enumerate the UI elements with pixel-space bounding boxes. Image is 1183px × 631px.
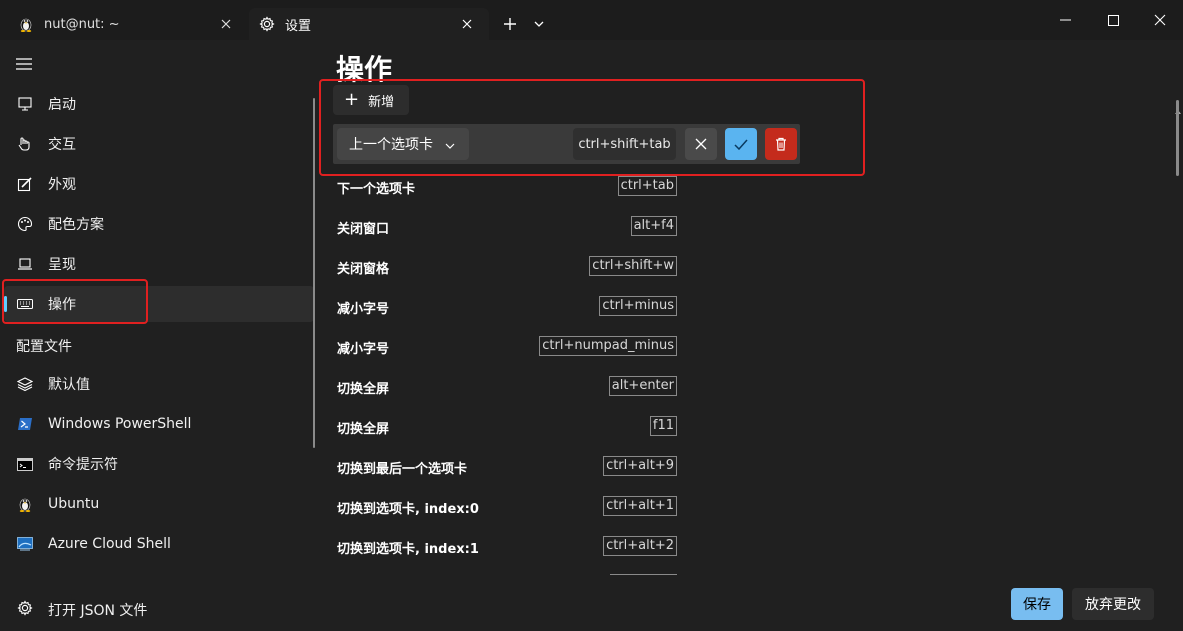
sidebar-item-powershell[interactable]: Windows PowerShell bbox=[4, 406, 314, 442]
sidebar-item-label: 交互 bbox=[48, 137, 76, 153]
palette-icon bbox=[16, 215, 34, 233]
action-name: 下一个选项卡 bbox=[337, 182, 416, 197]
new-tab-button[interactable] bbox=[498, 12, 522, 36]
maximize-button[interactable] bbox=[1090, 4, 1136, 36]
sidebar-item-azure-cloud-shell[interactable]: Azure Cloud Shell bbox=[4, 526, 314, 562]
keybinding-row[interactable]: 切换到选项卡, index:1 ctrl+alt+2 bbox=[337, 536, 677, 557]
keybinding-row[interactable]: 切换全屏 f11 bbox=[337, 416, 677, 437]
actions-page: 操作 + 新增 上一个选项卡 ctrl+shift+tab 下一个选项卡 ctr… bbox=[316, 40, 1183, 631]
title-bar: nut@nut: ~ 设置 bbox=[0, 0, 1183, 40]
sidebar-item-interaction[interactable]: 交互 bbox=[4, 126, 314, 162]
keybinding-row[interactable]: 关闭窗格 ctrl+shift+w bbox=[337, 256, 677, 277]
keys-chip: ctrl+shift+w bbox=[589, 256, 677, 276]
sidebar-item-label: 呈现 bbox=[48, 257, 76, 273]
minimize-icon bbox=[1059, 19, 1071, 21]
linux-penguin-icon bbox=[18, 16, 34, 32]
keybinding-row[interactable]: 切换全屏 alt+enter bbox=[337, 376, 677, 397]
keys-chip: f11 bbox=[649, 416, 677, 436]
keys-chip: ctrl+minus bbox=[599, 296, 677, 316]
tab-label: 设置 bbox=[285, 18, 312, 34]
terminal-window: nut@nut: ~ 设置 启动 交互 外观 配色方案 呈现 操作 配置文件 默… bbox=[0, 0, 1183, 631]
action-name: 切换到选项卡, index:1 bbox=[337, 542, 479, 557]
sidebar-item-label: Windows PowerShell bbox=[48, 416, 192, 432]
keybinding-row[interactable]: 减小字号 ctrl+minus bbox=[337, 296, 677, 317]
action-name: 切换到最后一个选项卡 bbox=[337, 462, 468, 477]
tab-settings[interactable]: 设置 bbox=[249, 8, 489, 40]
keybinding-row[interactable]: 减小字号 ctrl+numpad_minus bbox=[337, 336, 677, 357]
highlight-annotation bbox=[2, 279, 148, 324]
gear-icon bbox=[16, 599, 34, 617]
linux-penguin-icon bbox=[16, 495, 34, 513]
close-window-button[interactable] bbox=[1137, 4, 1183, 36]
action-name: 切换全屏 bbox=[337, 422, 390, 437]
action-name: 关闭窗口 bbox=[337, 222, 390, 237]
cmd-icon bbox=[16, 455, 34, 473]
plus-icon bbox=[504, 18, 516, 30]
keys-chip: ctrl+numpad_minus bbox=[539, 336, 677, 356]
startup-icon bbox=[16, 95, 34, 113]
sidebar-item-label: 启动 bbox=[48, 97, 76, 113]
tab-label: nut@nut: ~ bbox=[44, 16, 120, 32]
sidebar-item-defaults[interactable]: 默认值 bbox=[4, 366, 314, 402]
interaction-icon bbox=[16, 135, 34, 153]
partial-keybinding-row bbox=[610, 574, 677, 576]
keys-chip: ctrl+alt+9 bbox=[603, 456, 677, 476]
minimize-button[interactable] bbox=[1042, 4, 1088, 36]
sidebar-item-label: 配色方案 bbox=[48, 217, 104, 233]
tab-ubuntu[interactable]: nut@nut: ~ bbox=[8, 8, 248, 40]
sidebar-item-rendering[interactable]: 呈现 bbox=[4, 246, 314, 282]
hamburger-menu-icon[interactable] bbox=[14, 56, 34, 72]
main-scrollbar[interactable] bbox=[1176, 100, 1179, 176]
sidebar-item-label: 默认值 bbox=[48, 377, 90, 393]
azure-icon bbox=[16, 535, 34, 553]
keys-chip: ctrl+alt+1 bbox=[603, 496, 677, 516]
sidebar-item-color-schemes[interactable]: 配色方案 bbox=[4, 206, 314, 242]
close-icon[interactable] bbox=[214, 12, 238, 36]
keybinding-row[interactable]: 切换到最后一个选项卡 ctrl+alt+9 bbox=[337, 456, 677, 477]
keybinding-row[interactable]: 下一个选项卡 ctrl+tab bbox=[337, 176, 677, 197]
open-json-label: 打开 JSON 文件 bbox=[48, 603, 148, 619]
sidebar-item-cmd[interactable]: 命令提示符 bbox=[4, 446, 314, 482]
sidebar-item-label: Ubuntu bbox=[48, 496, 100, 512]
powershell-icon bbox=[16, 415, 34, 433]
rendering-icon bbox=[16, 255, 34, 273]
sidebar-item-label: 外观 bbox=[48, 177, 76, 193]
highlight-annotation bbox=[319, 79, 865, 176]
appearance-icon bbox=[16, 175, 34, 193]
sidebar-scrollbar[interactable] bbox=[313, 98, 315, 448]
gear-icon bbox=[259, 16, 275, 32]
tab-dropdown-button[interactable] bbox=[528, 12, 550, 36]
sidebar-item-appearance[interactable]: 外观 bbox=[4, 166, 314, 202]
action-name: 切换到选项卡, index:0 bbox=[337, 502, 479, 517]
keybinding-row[interactable]: 关闭窗口 alt+f4 bbox=[337, 216, 677, 237]
layers-icon bbox=[16, 375, 34, 393]
keybinding-row[interactable]: 切换到选项卡, index:0 ctrl+alt+1 bbox=[337, 496, 677, 517]
close-icon bbox=[1154, 14, 1166, 26]
keys-chip: alt+f4 bbox=[630, 216, 677, 236]
chevron-down-icon bbox=[534, 21, 544, 27]
sidebar-item-label: 命令提示符 bbox=[48, 457, 118, 473]
maximize-icon bbox=[1107, 14, 1119, 26]
action-name: 减小字号 bbox=[337, 342, 390, 357]
keys-chip: ctrl+tab bbox=[617, 176, 677, 196]
sidebar: 启动 交互 外观 配色方案 呈现 操作 配置文件 默认值 Windows Pow… bbox=[0, 40, 316, 631]
action-name: 关闭窗格 bbox=[337, 262, 390, 277]
keys-chip: alt+enter bbox=[608, 376, 677, 396]
profiles-section-header: 配置文件 bbox=[16, 339, 72, 355]
discard-changes-button[interactable]: 放弃更改 bbox=[1072, 588, 1154, 620]
open-json-file-link[interactable]: 打开 JSON 文件 bbox=[0, 588, 316, 628]
action-name: 切换全屏 bbox=[337, 382, 390, 397]
sidebar-item-startup[interactable]: 启动 bbox=[4, 86, 314, 122]
sidebar-item-label: Azure Cloud Shell bbox=[48, 536, 171, 552]
sidebar-item-ubuntu[interactable]: Ubuntu bbox=[4, 486, 314, 522]
action-name: 减小字号 bbox=[337, 302, 390, 317]
save-button[interactable]: 保存 bbox=[1011, 588, 1063, 620]
close-icon[interactable] bbox=[455, 12, 479, 36]
keys-chip: ctrl+alt+2 bbox=[603, 536, 677, 556]
